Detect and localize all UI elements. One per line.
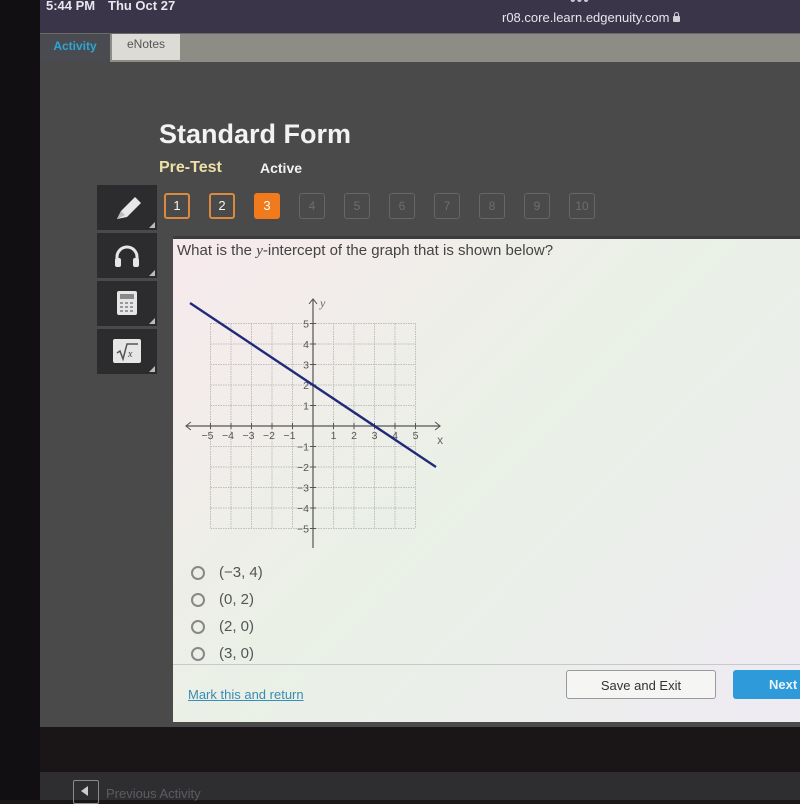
y-tick-label: −4 [297,503,309,515]
question-button-6[interactable]: 6 [389,193,415,219]
status-bar: 5:44 PM Thu Oct 27 ••• r08.core.learn.ed… [40,0,800,34]
corner-indicator [149,222,155,228]
x-tick-label: −1 [284,430,296,442]
status-label: Active [260,160,303,176]
pencil-icon [117,197,141,219]
y-tick-label: 3 [303,360,309,372]
x-tick-label: −3 [243,430,255,442]
x-tick-label: −2 [263,430,275,442]
question-text-before: What is the [177,242,257,259]
question-button-8[interactable]: 8 [479,193,505,219]
question-panel: What is the y-intercept of the graph tha… [173,236,800,722]
answer-label: (0, 2) [219,591,255,608]
x-tick-label: −5 [202,430,214,442]
page-title: Standard Form [159,119,352,149]
x-tick-label: −4 [222,430,234,442]
tab-bar: Activity eNotes [40,33,800,62]
url-text: r08.core.learn.edgenuity.com [502,10,670,25]
question-button-10[interactable]: 10 [569,193,595,219]
toolbar: x [97,185,157,377]
footer-bar: Previous Activity [40,772,800,804]
question-button-3[interactable]: 3 [254,193,280,219]
previous-activity-button[interactable] [73,780,99,804]
url-display[interactable]: r08.core.learn.edgenuity.com [502,10,681,25]
x-tick-label: 1 [331,430,337,442]
answer-label: (2, 0) [219,618,255,635]
corner-indicator [149,318,155,324]
y-tick-label: 5 [303,319,309,331]
y-tick-label: −3 [297,483,309,495]
question-button-4[interactable]: 4 [299,193,325,219]
calculator-tool-button[interactable] [97,281,157,326]
pencil-tool-button[interactable] [97,185,157,230]
y-tick-label: −5 [297,524,309,536]
question-button-1[interactable]: 1 [164,193,190,219]
answer-choices: (−3, 4) (0, 2) (2, 0) (3, 0) [191,559,263,667]
radio-button[interactable] [191,646,205,661]
headphones-icon [115,245,139,267]
corner-indicator [149,366,155,372]
question-text: What is the y-intercept of the graph tha… [177,242,553,260]
question-button-5[interactable]: 5 [344,193,370,219]
x-axis-label: x [437,433,443,447]
next-button[interactable]: Next [733,670,800,699]
question-button-7[interactable]: 7 [434,193,460,219]
x-tick-label: 2 [351,430,357,442]
answer-label: (−3, 4) [219,564,263,581]
x-tick-label: 3 [372,430,378,442]
radio-button[interactable] [191,565,205,580]
tab-enotes[interactable]: eNotes [112,34,180,60]
question-text-after: -intercept of the graph that is shown be… [262,242,554,259]
save-and-exit-button[interactable]: Save and Exit [566,670,716,699]
coordinate-graph: xy −5 −4 −3 −2 −1 1 2 3 4 5−5−4−3−2−112345 [185,296,443,548]
answer-choice-1[interactable]: (−3, 4) [191,559,263,586]
page-subtitle: Pre-Test [159,159,222,176]
graph-tick-labels: −5 −4 −3 −2 −1 1 2 3 4 5−5−4−3−2−112345 [202,319,419,536]
answer-choice-2[interactable]: (0, 2) [191,586,263,613]
svg-text:x: x [127,349,133,360]
mark-and-return-link[interactable]: Mark this and return [188,687,304,702]
formula-sqrt-icon: x [113,339,141,363]
audio-tool-button[interactable] [97,233,157,278]
answer-label: (3, 0) [219,645,255,662]
tab-activity[interactable]: Activity [40,34,110,62]
question-button-2[interactable]: 2 [209,193,235,219]
y-axis-label: y [319,296,326,310]
calculator-icon [117,291,137,315]
divider [173,664,800,665]
corner-indicator [149,270,155,276]
y-tick-label: −1 [297,442,309,454]
question-button-9[interactable]: 9 [524,193,550,219]
y-tick-label: −2 [297,462,309,474]
formula-tool-button[interactable]: x [97,329,157,374]
y-tick-label: 4 [303,339,309,351]
lock-icon [673,12,681,22]
status-time: 5:44 PM [46,0,96,13]
radio-button[interactable] [191,619,205,634]
answer-choice-4[interactable]: (3, 0) [191,640,263,667]
graph-axes: xy [185,296,443,548]
ellipsis-icon[interactable]: ••• [570,0,590,10]
answer-choice-3[interactable]: (2, 0) [191,613,263,640]
device-bezel [0,0,40,800]
y-tick-label: 1 [303,401,309,413]
question-variable: y [256,243,263,259]
status-date: Thu Oct 27 [108,0,176,13]
question-navigation: 1 2 3 4 5 6 7 8 9 10 [164,193,614,219]
previous-activity-label[interactable]: Previous Activity [106,786,201,801]
x-tick-label: 5 [413,430,419,442]
panel-top-border [173,236,800,239]
radio-button[interactable] [191,592,205,607]
